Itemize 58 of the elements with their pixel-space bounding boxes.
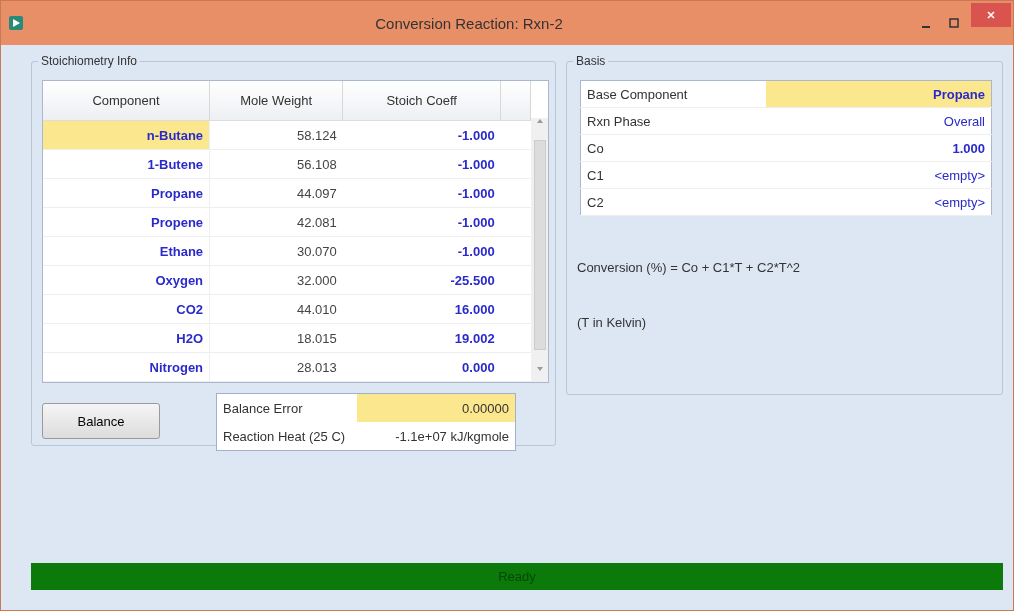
- table-cell[interactable]: 0.000: [342, 352, 501, 382]
- column-header[interactable]: Stoich Coeff: [342, 81, 501, 121]
- table-cell[interactable]: -1.000: [342, 149, 501, 179]
- window-title: Conversion Reaction: Rxn-2: [374, 14, 564, 32]
- close-icon: [986, 10, 996, 20]
- scroll-down-icon[interactable]: [535, 366, 544, 372]
- app-icon: [9, 16, 23, 30]
- group-title: Basis: [573, 54, 609, 68]
- maximize-icon: [949, 18, 959, 28]
- table-cell: 30.070: [209, 236, 343, 266]
- table-cell[interactable]: -1.000: [342, 207, 501, 237]
- minimize-icon: [922, 26, 930, 28]
- table-cell: 44.097: [209, 178, 343, 208]
- table-cell: 18.015: [209, 323, 343, 353]
- note-text: (T in Kelvin): [577, 315, 648, 330]
- table-cell[interactable]: -25.500: [342, 265, 501, 295]
- table-cell: 58.124: [209, 120, 343, 150]
- table-cell: Rxn Phase: [580, 107, 766, 135]
- table-cell: 42.081: [209, 207, 343, 237]
- component-cell[interactable]: Oxygen: [43, 265, 210, 295]
- component-cell[interactable]: 1-Butene: [43, 149, 210, 179]
- balance-button[interactable]: Balance: [42, 403, 160, 439]
- table-cell[interactable]: 1.000: [765, 134, 992, 162]
- component-cell[interactable]: Propene: [43, 207, 210, 237]
- table-cell: 56.108: [209, 149, 343, 179]
- table-cell: 32.000: [209, 265, 343, 295]
- component-cell[interactable]: Nitrogen: [43, 352, 210, 382]
- column-header[interactable]: Component: [43, 81, 210, 121]
- close-button[interactable]: [971, 3, 1011, 27]
- table-cell[interactable]: -1.000: [342, 120, 501, 150]
- scrollbar[interactable]: [531, 118, 548, 382]
- table-cell: -1.1e+07 kJ/kgmole: [357, 422, 516, 451]
- table-cell[interactable]: <empty>: [765, 188, 992, 216]
- component-cell[interactable]: Propane: [43, 178, 210, 208]
- table-cell[interactable]: 19.002: [342, 323, 501, 353]
- equation-text: Conversion (%) = Co + C1*T + C2*T^2: [577, 260, 801, 275]
- table-cell: Co: [580, 134, 766, 162]
- group-title: Stoichiometry Info: [38, 54, 141, 68]
- component-cell[interactable]: CO2: [43, 294, 210, 324]
- scroll-up-icon[interactable]: [535, 118, 544, 124]
- component-cell[interactable]: n-Butane: [43, 120, 210, 150]
- table-cell[interactable]: -1.000: [342, 236, 501, 266]
- table-cell[interactable]: 16.000: [342, 294, 501, 324]
- table-cell: Base Component: [580, 80, 766, 108]
- table-cell[interactable]: -1.000: [342, 178, 501, 208]
- table-cell: Reaction Heat (25 C): [216, 422, 357, 451]
- table-cell: 28.013: [209, 352, 343, 382]
- column-header[interactable]: Mole Weight: [209, 81, 343, 121]
- table-cell: 0.00000: [357, 393, 516, 422]
- table-cell: C2: [580, 188, 766, 216]
- component-cell[interactable]: H2O: [43, 323, 210, 353]
- table-cell[interactable]: <empty>: [765, 161, 992, 189]
- table-cell: Balance Error: [216, 393, 357, 422]
- table-cell: C1: [580, 161, 766, 189]
- table-cell[interactable]: Propane: [765, 80, 992, 108]
- table-cell: 44.010: [209, 294, 343, 324]
- component-cell[interactable]: Ethane: [43, 236, 210, 266]
- table-cell[interactable]: Overall: [765, 107, 992, 135]
